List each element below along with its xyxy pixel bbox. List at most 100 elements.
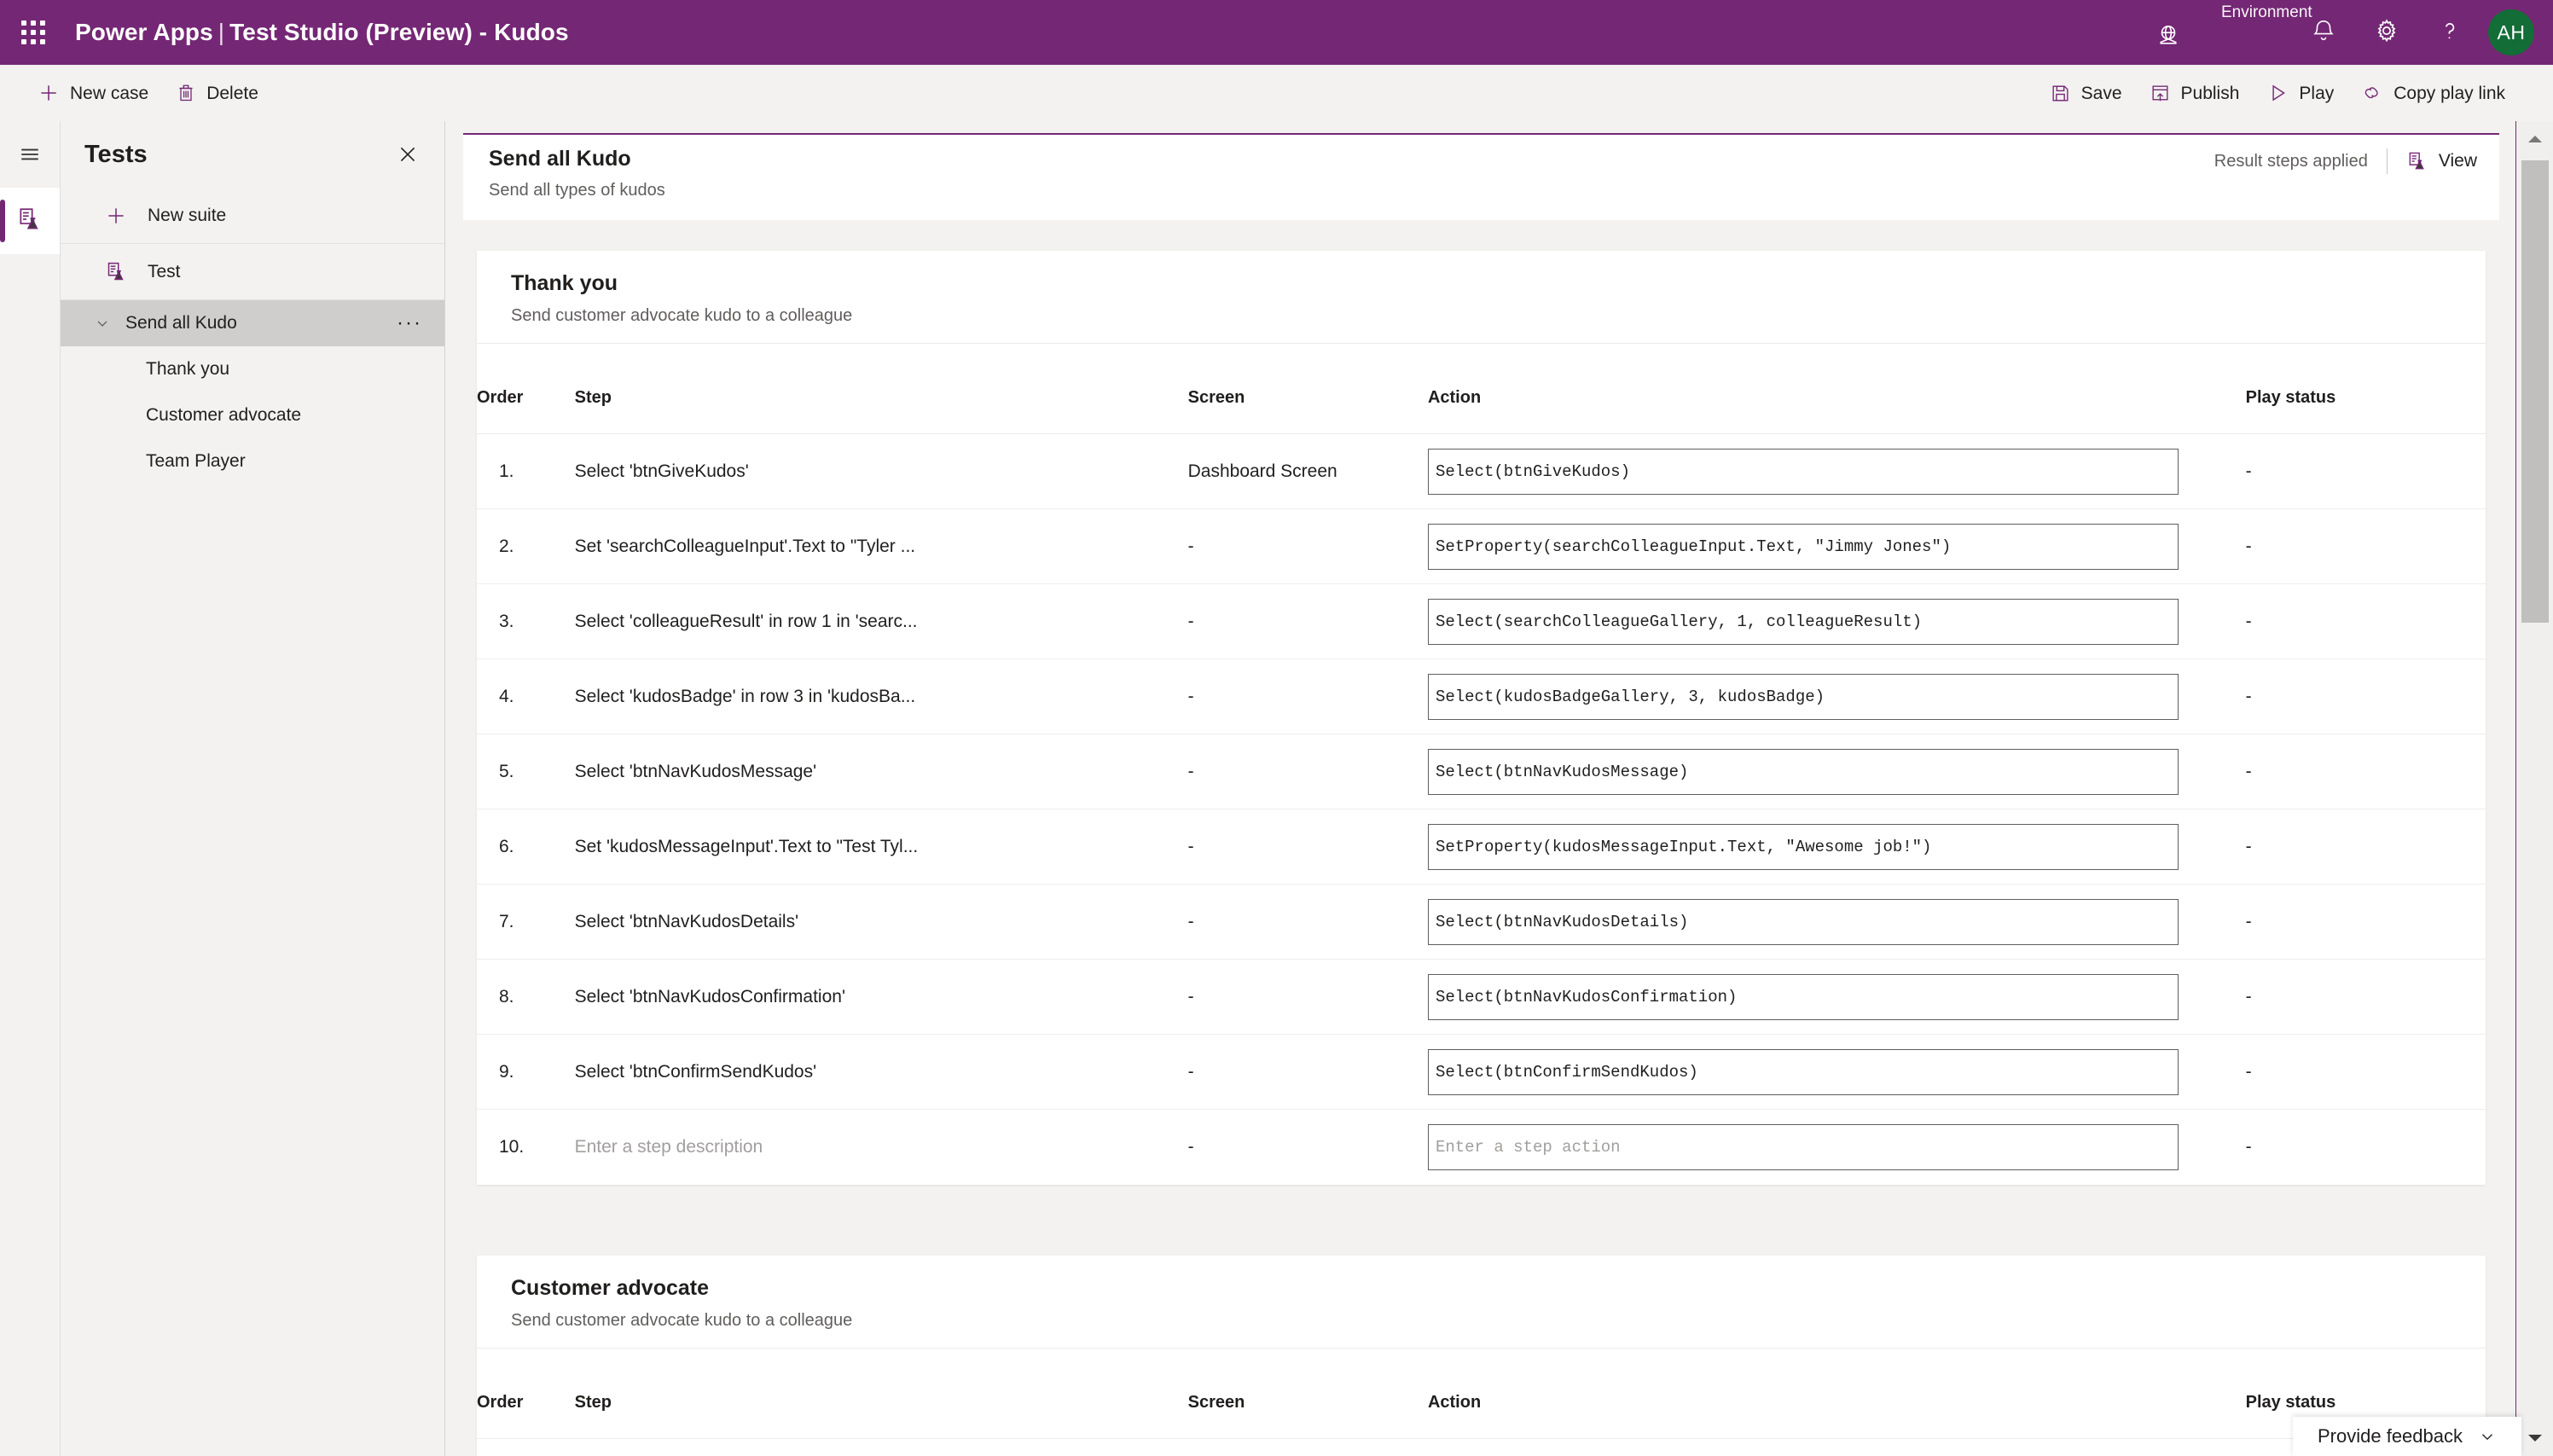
case-header-titles: Send all Kudo Send all types of kudos bbox=[463, 135, 665, 200]
view-button[interactable]: View bbox=[2406, 150, 2477, 172]
play-icon bbox=[2266, 82, 2289, 104]
column-header-order: Order bbox=[477, 344, 575, 434]
table-row[interactable]: 2. Set 'searchColleagueInput'.Text to "T… bbox=[477, 508, 2486, 584]
step-description[interactable]: Set 'searchColleagueInput'.Text to "Tyle… bbox=[575, 537, 1188, 557]
step-description[interactable]: Select 'btnNavKudosMessage' bbox=[575, 762, 1188, 782]
sidebar-suite-send-all-kudo[interactable]: Send all Kudo ··· bbox=[61, 300, 444, 346]
suite-card-title: Customer advocate bbox=[511, 1276, 710, 1300]
step-action-input[interactable]: SetProperty(searchColleagueInput.Text, "… bbox=[1427, 523, 2179, 570]
step-action-input[interactable]: Select(btnNavKudosDetails) bbox=[1427, 898, 2179, 945]
cell-screen: - bbox=[1187, 959, 1428, 1035]
cell-screen: - bbox=[1187, 809, 1428, 885]
table-row[interactable]: 5. Select 'btnNavKudosMessage' - Select(… bbox=[477, 734, 2486, 809]
table-row[interactable]: 8. Select 'btnNavKudosConfirmation' - Se… bbox=[477, 959, 2486, 1035]
chevron-down-icon[interactable] bbox=[88, 315, 117, 332]
suite-card-subtitle: Send customer advocate kudo to a colleag… bbox=[511, 306, 853, 325]
step-description[interactable]: Select 'btnNavKudosDetails' bbox=[575, 912, 1188, 932]
table-row[interactable]: 9. Select 'btnConfirmSendKudos' - Select… bbox=[477, 1034, 2486, 1110]
step-description[interactable]: Select 'btnGiveKudos' bbox=[575, 461, 1188, 482]
step-action-input-placeholder[interactable]: Enter a step action bbox=[1427, 1123, 2179, 1170]
column-header-action: Action bbox=[1427, 1349, 2246, 1439]
steps-table: Order Step Screen Action Play status bbox=[477, 1349, 2486, 1439]
table-row[interactable]: 3. Select 'colleagueResult' in row 1 in … bbox=[477, 583, 2486, 659]
vertical-scrollbar[interactable] bbox=[2517, 121, 2553, 1456]
cell-order: 6. bbox=[477, 809, 575, 885]
save-icon bbox=[2050, 83, 2071, 104]
sidebar-item-test[interactable]: Test bbox=[61, 244, 444, 300]
step-description[interactable]: Select 'btnConfirmSendKudos' bbox=[575, 1062, 1188, 1082]
product-name: Power Apps bbox=[75, 19, 213, 45]
environment-label: Environment bbox=[2221, 3, 2312, 21]
new-case-button[interactable]: New case bbox=[24, 65, 162, 121]
delete-button[interactable]: Delete bbox=[162, 65, 272, 121]
copy-play-link-button[interactable]: Copy play link bbox=[2347, 65, 2519, 121]
close-icon[interactable] bbox=[383, 130, 432, 179]
publish-button[interactable]: Publish bbox=[2136, 65, 2254, 121]
new-suite-button[interactable]: New suite bbox=[61, 188, 444, 244]
step-description[interactable]: Select 'btnNavKudosConfirmation' bbox=[575, 987, 1188, 1007]
step-action-input[interactable]: SetProperty(kudosMessageInput.Text, "Awe… bbox=[1427, 823, 2179, 870]
case-label: Customer advocate bbox=[146, 405, 302, 425]
app-launcher-icon[interactable] bbox=[10, 9, 56, 55]
step-action-input[interactable]: Select(btnConfirmSendKudos) bbox=[1427, 1048, 2179, 1095]
chevron-down-icon[interactable] bbox=[2478, 1427, 2497, 1446]
publish-icon bbox=[2150, 83, 2171, 104]
step-action-input[interactable]: Select(btnNavKudosMessage) bbox=[1427, 748, 2179, 795]
suite-card-subtitle: Send customer advocate kudo to a colleag… bbox=[511, 1311, 853, 1330]
hamburger-menu-icon[interactable] bbox=[0, 121, 60, 188]
cell-order: 7. bbox=[477, 884, 575, 960]
settings-button[interactable] bbox=[2355, 0, 2418, 65]
main-content-area: Send all Kudo Send all types of kudos Re… bbox=[446, 121, 2516, 1456]
save-button[interactable]: Save bbox=[2036, 65, 2136, 121]
case-header-actions: Result steps applied View bbox=[2214, 135, 2499, 188]
suite-card-thank-you: Thank you Send customer advocate kudo to… bbox=[477, 251, 2486, 1185]
sidebar-item-tests[interactable] bbox=[0, 188, 60, 254]
case-label: Team Player bbox=[146, 451, 246, 471]
scroll-down-arrow-icon[interactable] bbox=[2517, 1420, 2553, 1456]
test-flask-icon bbox=[2406, 150, 2428, 172]
step-description-placeholder[interactable]: Enter a step description bbox=[575, 1137, 1188, 1157]
table-row[interactable]: 1. Select 'btnGiveKudos' Dashboard Scree… bbox=[477, 433, 2486, 509]
cell-screen: - bbox=[1187, 658, 1428, 734]
play-label: Play bbox=[2299, 83, 2335, 103]
table-header-row: Order Step Screen Action Play status bbox=[477, 1349, 2486, 1439]
page-name: Test Studio (Preview) - Kudos bbox=[229, 19, 569, 45]
provide-feedback-widget[interactable]: Provide feedback bbox=[2293, 1417, 2521, 1456]
suite-card-title: Thank you bbox=[511, 271, 618, 295]
table-row[interactable]: 6. Set 'kudosMessageInput'.Text to "Test… bbox=[477, 809, 2486, 885]
table-row[interactable]: 4. Select 'kudosBadge' in row 3 in 'kudo… bbox=[477, 658, 2486, 734]
column-header-screen: Screen bbox=[1187, 344, 1428, 434]
new-suite-label: New suite bbox=[148, 205, 227, 225]
table-row[interactable]: 7. Select 'btnNavKudosDetails' - Select(… bbox=[477, 884, 2486, 960]
step-action-input[interactable]: Select(btnGiveKudos) bbox=[1427, 448, 2179, 495]
step-description[interactable]: Set 'kudosMessageInput'.Text to "Test Ty… bbox=[575, 837, 1188, 857]
sidebar-case-thank-you[interactable]: Thank you bbox=[61, 346, 444, 392]
test-flask-icon bbox=[16, 206, 44, 237]
avatar[interactable]: AH bbox=[2488, 9, 2534, 55]
cell-play-status: - bbox=[2245, 508, 2486, 584]
left-icon-rail bbox=[0, 121, 60, 1456]
environment-picker[interactable]: Environment bbox=[2142, 0, 2312, 65]
step-action-input[interactable]: Select(btnNavKudosConfirmation) bbox=[1427, 973, 2179, 1020]
avatar-initials: AH bbox=[2497, 20, 2526, 44]
cell-screen: - bbox=[1187, 583, 1428, 659]
suite-overflow-menu-icon[interactable]: ··· bbox=[397, 311, 422, 335]
table-row[interactable]: 10. Enter a step description - Enter a s… bbox=[477, 1110, 2486, 1185]
cell-play-status: - bbox=[2245, 734, 2486, 809]
title-separator: | bbox=[218, 19, 225, 45]
sidebar-case-customer-advocate[interactable]: Customer advocate bbox=[61, 392, 444, 438]
step-description[interactable]: Select 'colleagueResult' in row 1 in 'se… bbox=[575, 612, 1188, 632]
scrollbar-thumb[interactable] bbox=[2521, 160, 2549, 623]
view-label: View bbox=[2438, 151, 2477, 171]
plus-icon bbox=[96, 205, 136, 227]
step-action-input[interactable]: Select(searchColleagueGallery, 1, collea… bbox=[1427, 598, 2179, 645]
help-button[interactable] bbox=[2418, 0, 2481, 65]
step-description[interactable]: Select 'kudosBadge' in row 3 in 'kudosBa… bbox=[575, 687, 1188, 707]
cell-play-status: - bbox=[2245, 884, 2486, 960]
play-button[interactable]: Play bbox=[2253, 65, 2347, 121]
sidebar-case-team-player[interactable]: Team Player bbox=[61, 438, 444, 484]
step-action-input[interactable]: Select(kudosBadgeGallery, 3, kudosBadge) bbox=[1427, 673, 2179, 720]
table-header-row: Order Step Screen Action Play status bbox=[477, 344, 2486, 434]
scroll-up-arrow-icon[interactable] bbox=[2517, 121, 2553, 157]
top-app-bar: Power Apps | Test Studio (Preview) - Kudos… bbox=[0, 0, 2553, 65]
